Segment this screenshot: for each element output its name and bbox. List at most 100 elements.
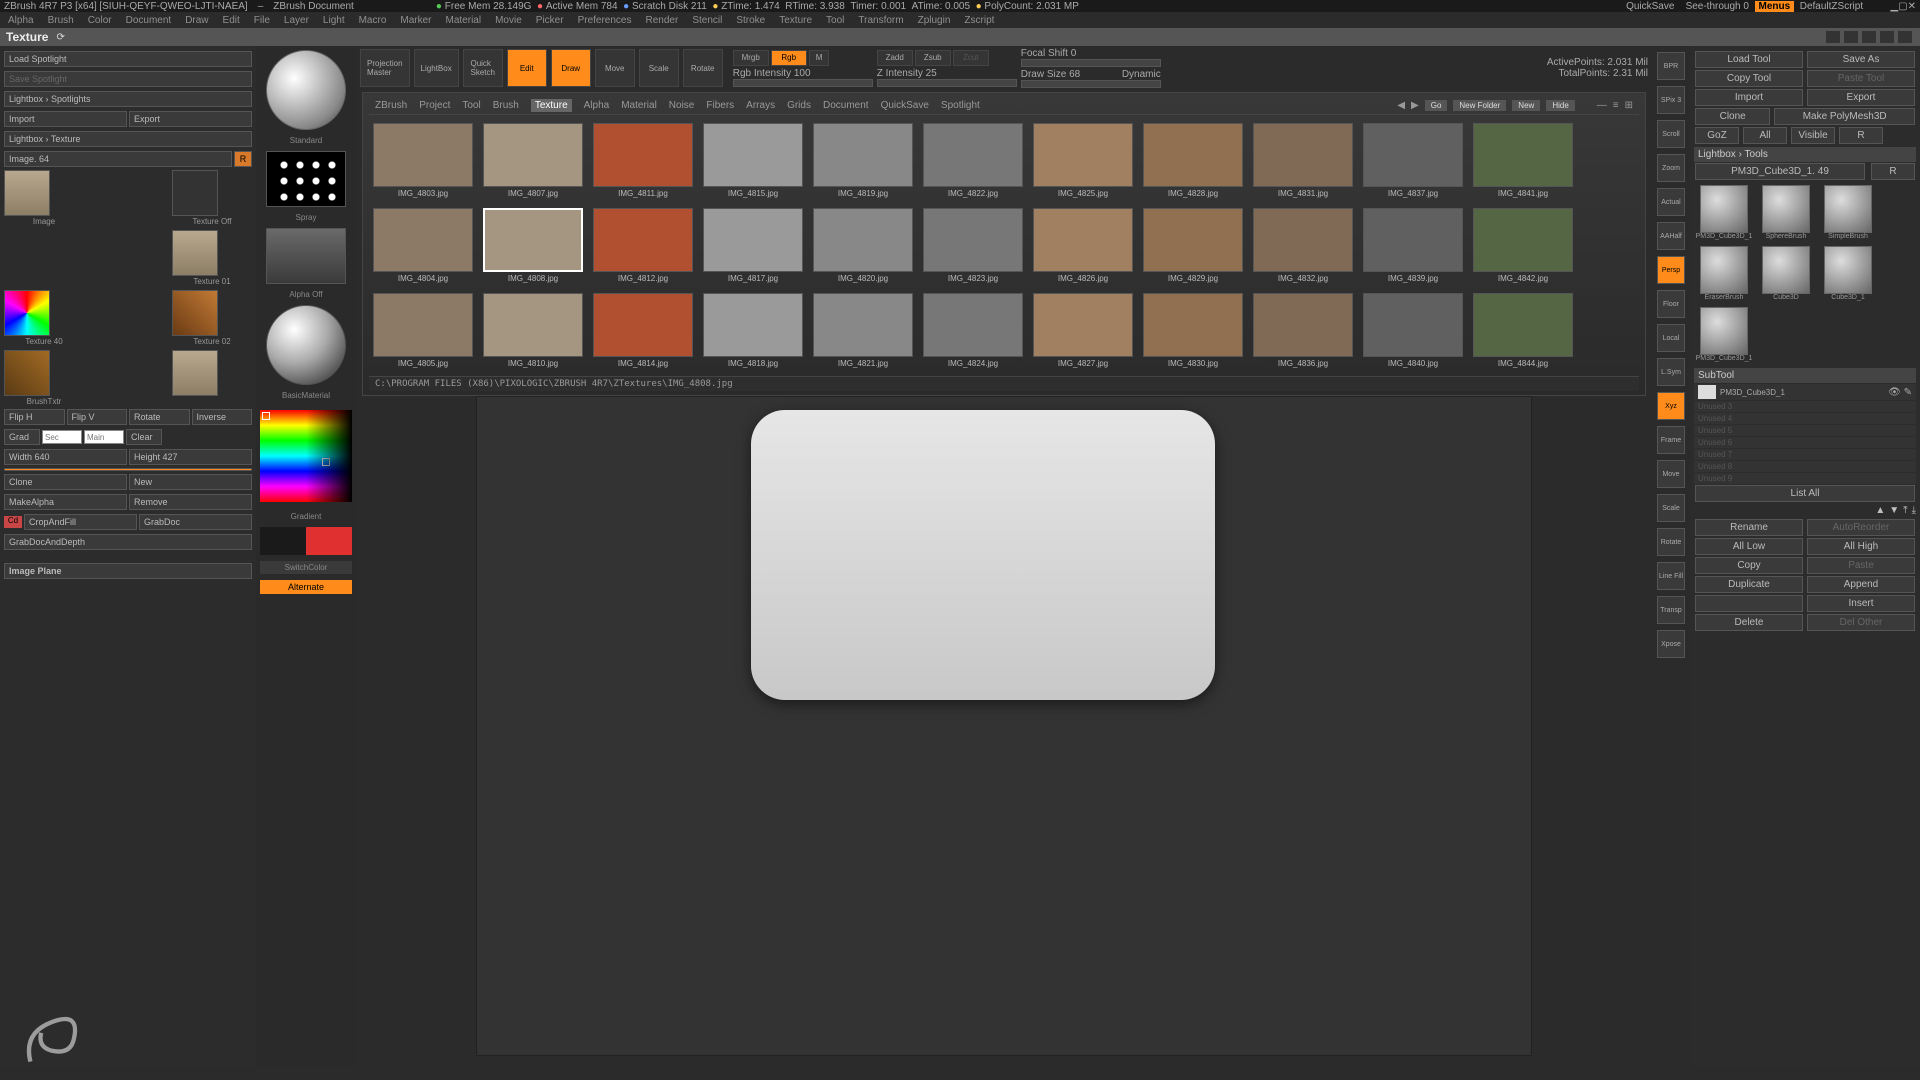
menu-edit[interactable]: Edit xyxy=(223,15,240,26)
goz-r-button[interactable]: R xyxy=(1839,127,1883,144)
tool-item[interactable]: Cube3D_1 xyxy=(1820,246,1876,301)
texture-thumb[interactable]: IMG_4830.jpg xyxy=(1143,293,1243,368)
mrgb-button[interactable]: Mrgb xyxy=(733,50,769,66)
scale-button[interactable]: Scale xyxy=(639,49,679,87)
texture-thumb[interactable]: IMG_4818.jpg xyxy=(703,293,803,368)
zadd-button[interactable]: Zadd xyxy=(877,50,913,66)
canvas-top-icon[interactable] xyxy=(1844,31,1858,43)
subtool-row[interactable]: Unused 4 xyxy=(1694,413,1916,424)
viewtool-xpose[interactable]: Xpose xyxy=(1657,630,1685,658)
arrow-up2-icon[interactable]: ⤒ xyxy=(1903,505,1907,516)
zsub-button[interactable]: Zsub xyxy=(915,50,951,66)
grad-button[interactable]: Grad xyxy=(4,429,40,445)
lb-go[interactable]: Go xyxy=(1425,100,1448,111)
tool-item[interactable]: Cube3D xyxy=(1758,246,1814,301)
main-input[interactable] xyxy=(84,430,124,444)
import-button[interactable]: Import xyxy=(4,111,127,127)
menu-draw[interactable]: Draw xyxy=(185,15,208,26)
menu-layer[interactable]: Layer xyxy=(284,15,309,26)
lightbox-tools-header[interactable]: Lightbox › Tools xyxy=(1694,147,1916,162)
texture-thumb[interactable]: IMG_4826.jpg xyxy=(1033,208,1133,283)
lb-tab-spotlight[interactable]: Spotlight xyxy=(941,100,980,111)
viewtool-xyz[interactable]: Xyz xyxy=(1657,392,1685,420)
texture-thumb[interactable]: IMG_4844.jpg xyxy=(1473,293,1573,368)
lb-tab-quicksave[interactable]: QuickSave xyxy=(881,100,929,111)
menu-color[interactable]: Color xyxy=(88,15,112,26)
subtool-row[interactable]: Unused 5 xyxy=(1694,425,1916,436)
import-tool-button[interactable]: Import xyxy=(1695,89,1803,106)
viewtool-bpr[interactable]: BPR xyxy=(1657,52,1685,80)
menu-texture[interactable]: Texture xyxy=(779,15,812,26)
texture-swatch[interactable] xyxy=(172,230,218,276)
lb-tab-arrays[interactable]: Arrays xyxy=(746,100,775,111)
tool-item[interactable]: PM3D_Cube3D_1 xyxy=(1696,307,1752,362)
lb-tab-texture[interactable]: Texture xyxy=(531,99,572,112)
texture-thumb[interactable]: IMG_4811.jpg xyxy=(593,123,693,198)
lightbox-spotlights-button[interactable]: Lightbox › Spotlights xyxy=(4,91,252,107)
paste-tool-button[interactable]: Paste Tool xyxy=(1807,70,1915,87)
load-spotlight-button[interactable]: Load Spotlight xyxy=(4,51,252,67)
texture-thumb[interactable]: IMG_4808.jpg xyxy=(483,208,583,283)
del-other-button[interactable]: Del Other xyxy=(1807,614,1915,631)
texture-thumb[interactable]: IMG_4820.jpg xyxy=(813,208,913,283)
texture-thumb[interactable]: IMG_4807.jpg xyxy=(483,123,583,198)
color-swap[interactable] xyxy=(260,527,352,555)
insert-button[interactable]: Insert xyxy=(1807,595,1915,612)
texture-thumb[interactable]: IMG_4805.jpg xyxy=(373,293,473,368)
lb-tab-brush[interactable]: Brush xyxy=(493,100,519,111)
lb-prev-icon[interactable]: ◀ xyxy=(1397,100,1405,111)
tool-item[interactable]: SimpleBrush xyxy=(1820,185,1876,240)
lb-hide[interactable]: Hide xyxy=(1546,100,1574,111)
lb-tab-fibers[interactable]: Fibers xyxy=(706,100,734,111)
subtool-row[interactable]: Unused 3 xyxy=(1694,401,1916,412)
lb-new-folder[interactable]: New Folder xyxy=(1453,100,1506,111)
new-button[interactable]: New xyxy=(129,474,252,490)
duplicate-button[interactable]: Duplicate xyxy=(1695,576,1803,593)
lb-next-icon[interactable]: ▶ xyxy=(1411,100,1419,111)
lb-tab-zbrush[interactable]: ZBrush xyxy=(375,100,407,111)
arrow-down2-icon[interactable]: ⤓ xyxy=(1912,505,1916,516)
clear-button[interactable]: Clear xyxy=(126,429,162,445)
texture-thumb[interactable]: IMG_4831.jpg xyxy=(1253,123,1353,198)
viewport[interactable] xyxy=(476,396,1532,1056)
menu-material[interactable]: Material xyxy=(446,15,482,26)
subtool-row[interactable]: Unused 6 xyxy=(1694,437,1916,448)
all-low-button[interactable]: All Low xyxy=(1695,538,1803,555)
draw-button[interactable]: Draw xyxy=(551,49,591,87)
goz-button[interactable]: GoZ xyxy=(1695,127,1739,144)
viewtool-l.sym[interactable]: L.Sym xyxy=(1657,358,1685,386)
lb-tab-material[interactable]: Material xyxy=(621,100,657,111)
width-slider[interactable] xyxy=(4,468,252,471)
lightbox-texture-button[interactable]: Lightbox › Texture xyxy=(4,131,252,147)
texture-thumb[interactable]: IMG_4822.jpg xyxy=(923,123,1023,198)
height-field[interactable]: Height 427 xyxy=(129,449,252,465)
lb-tab-noise[interactable]: Noise xyxy=(669,100,695,111)
viewtool-scroll[interactable]: Scroll xyxy=(1657,120,1685,148)
rotate-button[interactable]: Rotate xyxy=(683,49,723,87)
canvas-top-icon[interactable] xyxy=(1880,31,1894,43)
save-as-button[interactable]: Save As xyxy=(1807,51,1915,68)
menu-zplugin[interactable]: Zplugin xyxy=(918,15,951,26)
alpha-slot[interactable] xyxy=(266,228,346,284)
texture-thumb[interactable]: IMG_4803.jpg xyxy=(373,123,473,198)
menu-macro[interactable]: Macro xyxy=(359,15,387,26)
window-max-icon[interactable]: ▢ xyxy=(1898,1,1907,12)
texture-thumb[interactable]: IMG_4829.jpg xyxy=(1143,208,1243,283)
focal-shift-slider[interactable] xyxy=(1021,59,1161,67)
rgb-intensity-slider[interactable] xyxy=(733,79,873,87)
viewtool-transp[interactable]: Transp xyxy=(1657,596,1685,624)
window-close-icon[interactable]: ✕ xyxy=(1908,1,1916,12)
subtool-copy-button[interactable]: Copy xyxy=(1695,557,1803,574)
see-through[interactable]: See-through 0 xyxy=(1686,1,1749,12)
rgb-button[interactable]: Rgb xyxy=(771,50,807,66)
subtool-paste-button[interactable]: Paste xyxy=(1807,557,1915,574)
arrow-down-icon[interactable]: ▼ xyxy=(1889,505,1899,516)
makealpha-button[interactable]: MakeAlpha xyxy=(4,494,127,510)
copy-tool-button[interactable]: Copy Tool xyxy=(1695,70,1803,87)
z-intensity-slider[interactable] xyxy=(877,79,1017,87)
texture-thumb[interactable]: IMG_4814.jpg xyxy=(593,293,693,368)
alternate-button[interactable]: Alternate xyxy=(260,580,352,594)
menu-marker[interactable]: Marker xyxy=(400,15,431,26)
lb-tab-alpha[interactable]: Alpha xyxy=(584,100,610,111)
texture-thumb[interactable]: IMG_4827.jpg xyxy=(1033,293,1133,368)
